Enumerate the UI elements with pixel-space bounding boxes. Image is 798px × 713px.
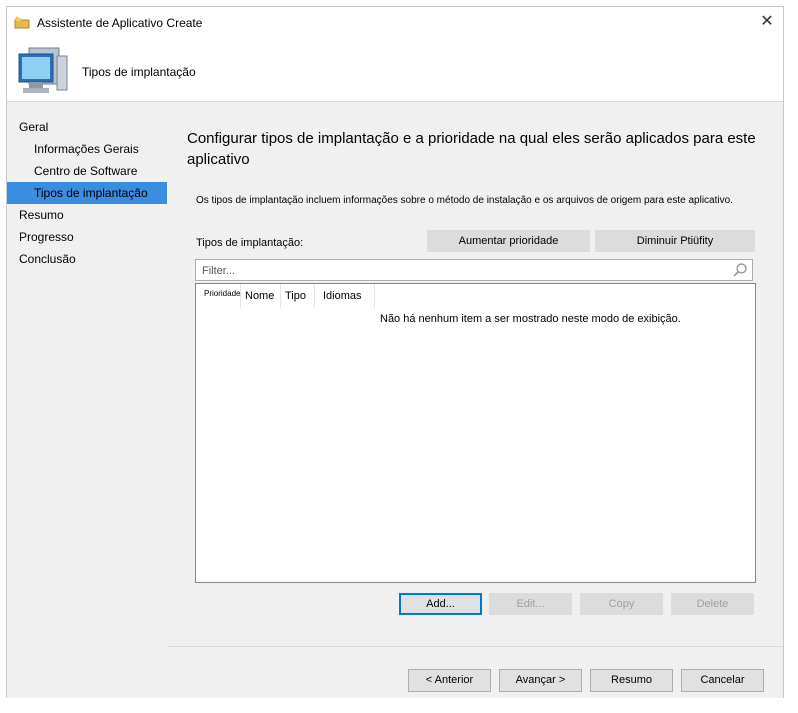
column-header-nome[interactable]: Nome xyxy=(241,284,281,308)
footer-divider xyxy=(167,646,783,647)
column-header-idiomas[interactable]: Idiomas xyxy=(315,284,375,308)
add-button[interactable]: Add... xyxy=(399,593,482,615)
title-bar: Assistente de Aplicativo Create ✕ xyxy=(7,7,783,39)
previous-button[interactable]: < Anterior xyxy=(408,669,491,692)
filter-box xyxy=(195,259,753,281)
increase-priority-button[interactable]: Aumentar prioridade xyxy=(427,230,590,252)
close-icon[interactable]: ✕ xyxy=(757,13,777,33)
nav-item-centro-de-software[interactable]: Centro de Software xyxy=(7,160,167,182)
next-button[interactable]: Avançar > xyxy=(499,669,582,692)
empty-list-message: Não há nenhum item a ser mostrado neste … xyxy=(380,313,681,325)
computer-monitor-icon xyxy=(15,46,71,96)
summary-button[interactable]: Resumo xyxy=(590,669,673,692)
page-heading: Configurar tipos de implantação e a prio… xyxy=(187,130,756,168)
wizard-window: Assistente de Aplicativo Create ✕ Tipos … xyxy=(6,6,784,698)
nav-item-resumo[interactable]: Resumo xyxy=(7,204,167,226)
deployment-types-label: Tipos de implantação: xyxy=(196,237,304,249)
deployment-types-list[interactable]: Prioridade Nome Tipo Idiomas Não há nenh… xyxy=(195,283,756,583)
window-title: Assistente de Aplicativo Create xyxy=(37,16,203,30)
page-description: Os tipos de implantação incluem informaç… xyxy=(196,195,733,206)
column-header-tipo[interactable]: Tipo xyxy=(281,284,315,308)
wizard-header: Tipos de implantação xyxy=(7,39,783,101)
delete-button[interactable]: Delete xyxy=(671,593,754,615)
nav-item-conclusao[interactable]: Conclusão xyxy=(7,248,167,270)
header-title: Tipos de implantação xyxy=(82,65,196,79)
nav-item-informacoes-gerais[interactable]: Informações Gerais xyxy=(7,138,167,160)
cancel-button[interactable]: Cancelar xyxy=(681,669,764,692)
wizard-sidebar: Geral Informações Gerais Centro de Softw… xyxy=(7,102,167,698)
search-icon[interactable] xyxy=(732,262,748,278)
decrease-priority-button[interactable]: Diminuir Ptiüfity xyxy=(595,230,755,252)
nav-item-tipos-de-implantacao[interactable]: Tipos de implantação xyxy=(7,182,167,204)
nav-item-geral[interactable]: Geral xyxy=(7,116,167,138)
app-wizard-icon xyxy=(14,15,30,29)
main-panel: Configurar tipos de implantação e a prio… xyxy=(167,102,783,698)
edit-button[interactable]: Edit... xyxy=(489,593,572,615)
nav-item-progresso[interactable]: Progresso xyxy=(7,226,167,248)
wizard-nav: Geral Informações Gerais Centro de Softw… xyxy=(7,102,167,270)
filter-input[interactable] xyxy=(200,262,724,280)
column-header-prioridade[interactable]: Prioridade xyxy=(196,284,241,308)
copy-button[interactable]: Copy xyxy=(580,593,663,615)
